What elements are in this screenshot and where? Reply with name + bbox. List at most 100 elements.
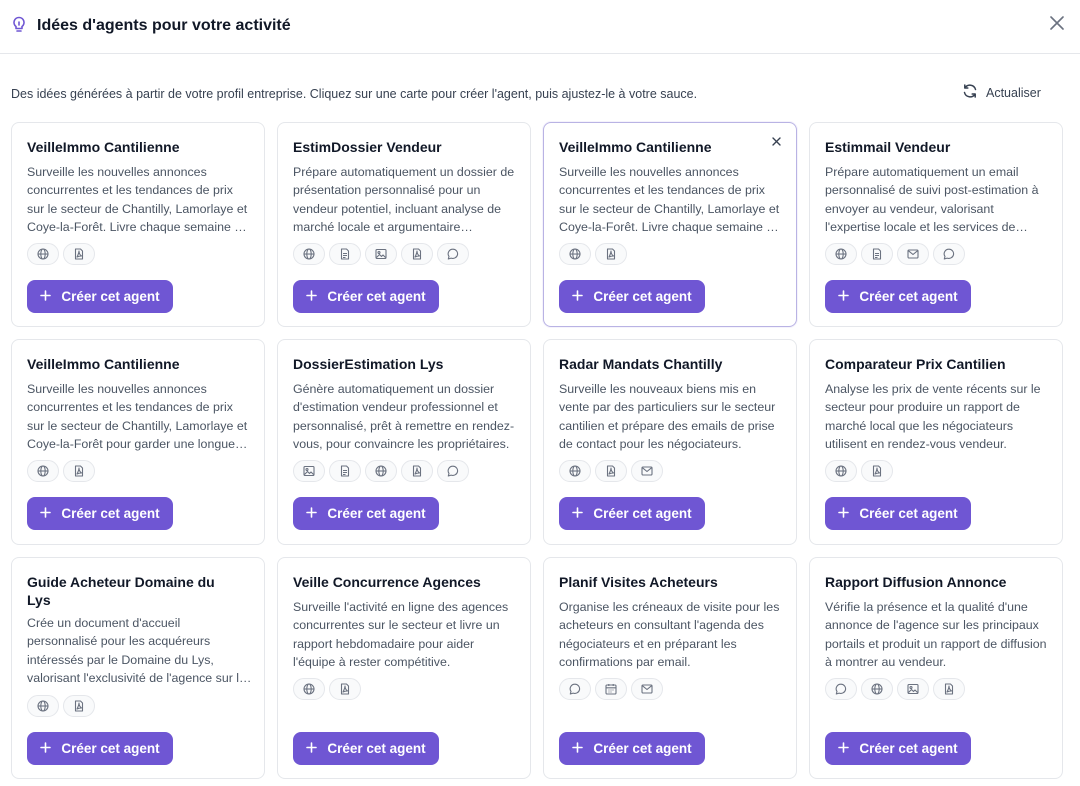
create-agent-button[interactable]: Créer cet agent (559, 732, 705, 765)
card-title: Planif Visites Acheteurs (559, 574, 718, 590)
idea-card[interactable]: Guide Acheteur Domaine du Lys Crée un doc… (11, 557, 265, 779)
card-title: Comparateur Prix Cantilien (825, 356, 1006, 372)
card-tools (293, 243, 469, 265)
calendar-icon (595, 678, 627, 700)
chat-icon (825, 678, 857, 700)
document-icon (329, 243, 361, 265)
plus-icon (572, 740, 584, 758)
card-description: Crée un document d'accueil personnalisé … (27, 616, 246, 685)
card-tools (559, 460, 663, 482)
card-tools (27, 243, 95, 265)
pdf-icon (401, 243, 433, 265)
idea-card[interactable]: Veille Concurrence Agences Surveille l'ac… (277, 557, 531, 779)
create-agent-button[interactable]: Créer cet agent (559, 280, 705, 313)
create-agent-button[interactable]: Créer cet agent (27, 497, 173, 530)
plus-icon (40, 740, 52, 758)
card-description: Surveille les nouveaux biens mis en vent… (559, 382, 776, 451)
refresh-button[interactable]: Actualiser (962, 83, 1041, 103)
plus-icon (838, 505, 850, 523)
card-tools (293, 678, 361, 700)
plus-icon (838, 740, 850, 758)
card-description: Analyse les prix de vente récents sur le… (825, 382, 1041, 451)
document-icon (861, 243, 893, 265)
card-title: EstimDossier Vendeur (293, 139, 442, 155)
create-agent-label: Créer cet agent (859, 741, 958, 756)
card-tools (825, 678, 965, 700)
create-agent-button[interactable]: Créer cet agent (27, 732, 173, 765)
pdf-icon (401, 460, 433, 482)
globe-icon (825, 243, 857, 265)
card-description: Prépare automatiquement un email personn… (825, 165, 1039, 234)
pdf-icon (595, 460, 627, 482)
pdf-icon (933, 678, 965, 700)
create-agent-button[interactable]: Créer cet agent (293, 280, 439, 313)
plus-icon (40, 505, 52, 523)
create-agent-label: Créer cet agent (593, 289, 692, 304)
create-agent-label: Créer cet agent (327, 289, 426, 304)
idea-card[interactable]: VeilleImmo Cantilienne Surveille les nouv… (11, 339, 265, 545)
idea-card[interactable]: Comparateur Prix Cantilien Analyse les pr… (809, 339, 1063, 545)
image-icon (365, 243, 397, 265)
pdf-icon (63, 243, 95, 265)
plus-icon (306, 505, 318, 523)
idea-card[interactable]: Radar Mandats Chantilly Surveille les nou… (543, 339, 797, 545)
card-description: Surveille les nouvelles annonces concurr… (27, 382, 248, 451)
create-agent-button[interactable]: Créer cet agent (27, 280, 173, 313)
pdf-icon (861, 460, 893, 482)
create-agent-label: Créer cet agent (593, 506, 692, 521)
idea-card[interactable]: Planif Visites Acheteurs Organise les cré… (543, 557, 797, 779)
refresh-icon (962, 83, 978, 104)
globe-icon (27, 695, 59, 717)
create-agent-label: Créer cet agent (327, 741, 426, 756)
pdf-icon (595, 243, 627, 265)
close-icon (771, 133, 781, 151)
globe-icon (365, 460, 397, 482)
idea-card[interactable]: VeilleImmo Cantilienne Surveille les nouv… (543, 122, 797, 327)
card-title: VeilleImmo Cantilienne (559, 139, 712, 155)
idea-card[interactable]: DossierEstimation Lys Génère automatiquem… (277, 339, 531, 545)
card-description: Surveille les nouvelles annonces concurr… (27, 165, 249, 234)
globe-icon (27, 460, 59, 482)
mail-icon (897, 243, 929, 265)
dismiss-card-button[interactable] (769, 135, 783, 149)
card-title: Guide Acheteur Domaine du Lys (27, 574, 215, 608)
card-tools (825, 243, 965, 265)
card-tools (27, 460, 95, 482)
refresh-label: Actualiser (986, 86, 1041, 100)
card-description: Surveille l'activité en ligne des agence… (293, 600, 509, 669)
card-description: Vérifie la présence et la qualité d'une … (825, 600, 1047, 669)
card-title: DossierEstimation Lys (293, 356, 444, 372)
card-description: Génère automatiquement un dossier d'esti… (293, 382, 515, 451)
close-button[interactable] (1046, 14, 1068, 36)
create-agent-label: Créer cet agent (327, 506, 426, 521)
plus-icon (306, 740, 318, 758)
card-title: Estimmail Vendeur (825, 139, 951, 155)
dialog-title: Idées d'agents pour votre activité (37, 17, 291, 34)
create-agent-button[interactable]: Créer cet agent (293, 497, 439, 530)
chat-icon (437, 460, 469, 482)
create-agent-button[interactable]: Créer cet agent (825, 280, 971, 313)
document-icon (329, 460, 361, 482)
create-agent-label: Créer cet agent (61, 289, 160, 304)
create-agent-button[interactable]: Créer cet agent (825, 732, 971, 765)
plus-icon (838, 288, 850, 306)
idea-card[interactable]: VeilleImmo Cantilienne Surveille les nouv… (11, 122, 265, 327)
globe-icon (27, 243, 59, 265)
chat-icon (437, 243, 469, 265)
idea-card[interactable]: Rapport Diffusion Annonce Vérifie la prés… (809, 557, 1063, 779)
create-agent-label: Créer cet agent (859, 289, 958, 304)
card-description: Prépare automatiquement un dossier de pr… (293, 165, 515, 234)
create-agent-button[interactable]: Créer cet agent (825, 497, 971, 530)
globe-icon (861, 678, 893, 700)
card-tools (825, 460, 893, 482)
idea-card[interactable]: Estimmail Vendeur Prépare automatiquement… (809, 122, 1063, 327)
idea-card[interactable]: EstimDossier Vendeur Prépare automatiquem… (277, 122, 531, 327)
plus-icon (306, 288, 318, 306)
plus-icon (572, 288, 584, 306)
create-agent-button[interactable]: Créer cet agent (559, 497, 705, 530)
create-agent-label: Créer cet agent (61, 741, 160, 756)
globe-icon (293, 678, 325, 700)
card-title: VeilleImmo Cantilienne (27, 356, 180, 372)
create-agent-button[interactable]: Créer cet agent (293, 732, 439, 765)
dialog-subtitle: Des idées générées à partir de votre pro… (11, 87, 698, 101)
